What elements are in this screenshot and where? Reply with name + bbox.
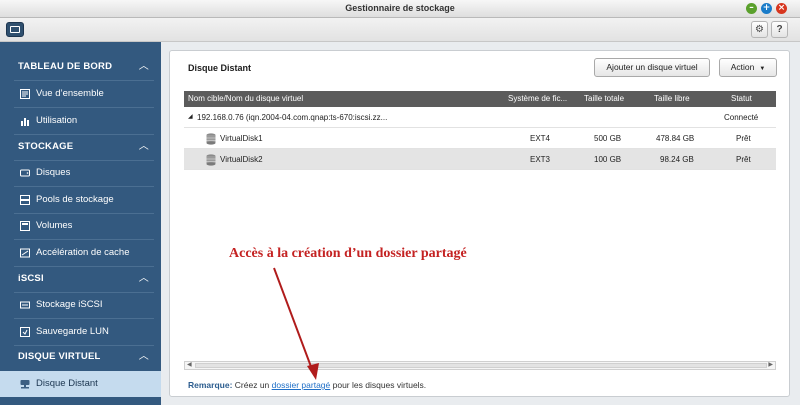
sidebar-section-label: DISQUE VIRTUEL <box>18 351 101 362</box>
target-name: 192.168.0.76 (iqn.2004-04.com.qnap:ts-67… <box>197 113 388 122</box>
main-panel: Disque Distant Ajouter un disque virtuel… <box>169 50 790 397</box>
database-icon <box>206 133 216 145</box>
expand-triangle-icon[interactable]: ◢ <box>188 113 193 120</box>
sidebar-item-disks[interactable]: Disques <box>0 160 161 186</box>
bar-chart-icon <box>21 118 29 126</box>
target-status: Connecté <box>724 113 759 122</box>
volume-icon <box>20 221 30 231</box>
sidebar-item-storage-pools[interactable]: Pools de stockage <box>0 187 161 213</box>
chevron-up-icon: ︿ <box>138 273 149 284</box>
chevron-up-icon: ︿ <box>138 61 149 72</box>
cache-icon <box>20 248 30 258</box>
scrollbar-thumb[interactable] <box>195 363 767 368</box>
app-menu-icon[interactable] <box>6 22 24 37</box>
table-header: Nom cible/Nom du disque virtuel Système … <box>184 91 776 107</box>
column-header-status[interactable]: Statut <box>731 94 752 103</box>
database-icon <box>206 154 216 166</box>
disk-name: VirtualDisk1 <box>220 134 263 143</box>
virtual-disk-table: Nom cible/Nom du disque virtuel Système … <box>184 91 776 170</box>
sidebar-item-label: Stockage iSCSI <box>36 299 103 310</box>
sidebar-item-label: Disque Distant <box>36 378 98 389</box>
sidebar-item-label: Accélération de cache <box>36 247 130 258</box>
column-header-filesystem[interactable]: Système de fic... <box>508 94 576 103</box>
sidebar-item-label: Utilisation <box>36 115 78 126</box>
sidebar-item-usage[interactable]: Utilisation <box>0 108 161 134</box>
sidebar-item-label: Vue d’ensemble <box>36 88 104 99</box>
sidebar-section-label: TABLEAU DE BORD <box>18 61 113 72</box>
shared-folder-link[interactable]: dossier partagé <box>272 380 331 390</box>
sidebar-item-label: Pools de stockage <box>36 194 114 205</box>
sidebar-section-storage[interactable]: STOCKAGE ︿ <box>0 134 161 160</box>
disk-filesystem: EXT3 <box>530 155 551 164</box>
column-header-name[interactable]: Nom cible/Nom du disque virtuel <box>188 94 303 103</box>
remote-disk-icon <box>20 380 30 389</box>
overview-icon <box>20 89 30 99</box>
horizontal-scrollbar[interactable]: ◀ ▶ <box>184 361 776 370</box>
sidebar-item-lun-backup[interactable]: Sauvegarde LUN <box>0 319 161 345</box>
remark-note: Remarque: Créez un dossier partagé pour … <box>188 380 426 390</box>
table-row-target[interactable]: ◢ 192.168.0.76 (iqn.2004-04.com.qnap:ts-… <box>184 107 776 128</box>
annotation-label: Accès à la création d’un dossier partagé <box>229 246 467 261</box>
page-title: Disque Distant <box>188 63 252 73</box>
window-title: Gestionnaire de stockage <box>345 3 455 13</box>
sidebar-item-remote-disk[interactable]: Disque Distant <box>0 371 161 397</box>
caret-down-icon: ▼ <box>759 66 766 72</box>
remark-text-after: pour les disques virtuels. <box>332 380 427 390</box>
toolbar: ⚙ ? <box>0 18 800 42</box>
sidebar-item-cache-acceleration[interactable]: Accélération de cache <box>0 240 161 266</box>
sidebar-item-label: Disques <box>36 167 71 178</box>
action-dropdown-button[interactable]: Action ▼ <box>719 58 777 77</box>
disk-filesystem: EXT4 <box>530 134 551 143</box>
sidebar-item-label: Volumes <box>36 220 73 231</box>
table-row[interactable]: VirtualDisk1 EXT4 500 GB 478.84 GB Prêt <box>184 128 776 149</box>
gear-icon[interactable]: ⚙ <box>751 21 768 38</box>
scroll-left-icon[interactable]: ◀ <box>187 361 192 368</box>
column-header-free-size[interactable]: Taille libre <box>654 94 690 103</box>
sidebar-section-label: iSCSI <box>18 273 44 284</box>
sidebar-section-iscsi[interactable]: iSCSI ︿ <box>0 266 161 292</box>
sidebar-section-virtual-disk[interactable]: DISQUE VIRTUEL ︿ <box>0 344 161 370</box>
action-label: Action <box>730 62 755 72</box>
sidebar-item-overview[interactable]: Vue d’ensemble <box>0 81 161 107</box>
disk-free-size: 478.84 GB <box>656 134 695 143</box>
iscsi-storage-icon <box>20 301 30 309</box>
sidebar-item-iscsi-storage[interactable]: Stockage iSCSI <box>0 292 161 318</box>
disk-name: VirtualDisk2 <box>220 155 263 164</box>
disk-total-size: 100 GB <box>594 155 622 164</box>
title-bar: Gestionnaire de stockage – + × <box>0 0 800 18</box>
minimize-icon[interactable]: – <box>746 3 757 14</box>
remark-text-before: Créez un <box>234 380 270 390</box>
disk-status: Prêt <box>736 155 751 164</box>
sidebar-item-volumes[interactable]: Volumes <box>0 213 161 239</box>
backup-icon <box>20 327 30 337</box>
scroll-right-icon[interactable]: ▶ <box>768 361 773 368</box>
sidebar-item-label: Sauvegarde LUN <box>36 326 109 337</box>
remark-label: Remarque: <box>188 380 233 390</box>
pool-icon <box>20 195 30 205</box>
sidebar-section-dashboard[interactable]: TABLEAU DE BORD ︿ <box>0 54 161 80</box>
sidebar-section-label: STOCKAGE <box>18 141 74 152</box>
close-icon[interactable]: × <box>776 3 787 14</box>
disk-icon <box>20 169 30 177</box>
disk-total-size: 500 GB <box>594 134 622 143</box>
chevron-up-icon: ︿ <box>138 351 149 362</box>
app-window: Gestionnaire de stockage – + × ⚙ ? TABLE… <box>0 0 800 405</box>
chevron-up-icon: ︿ <box>138 141 149 152</box>
help-icon[interactable]: ? <box>771 21 788 38</box>
table-row[interactable]: VirtualDisk2 EXT3 100 GB 98.24 GB Prêt <box>184 149 776 170</box>
maximize-icon[interactable]: + <box>761 3 772 14</box>
add-virtual-disk-button[interactable]: Ajouter un disque virtuel <box>594 58 710 77</box>
sidebar: TABLEAU DE BORD ︿ Vue d’ensemble Utilisa… <box>0 42 161 405</box>
column-header-total-size[interactable]: Taille totale <box>584 94 624 103</box>
disk-free-size: 98.24 GB <box>660 155 694 164</box>
disk-status: Prêt <box>736 134 751 143</box>
